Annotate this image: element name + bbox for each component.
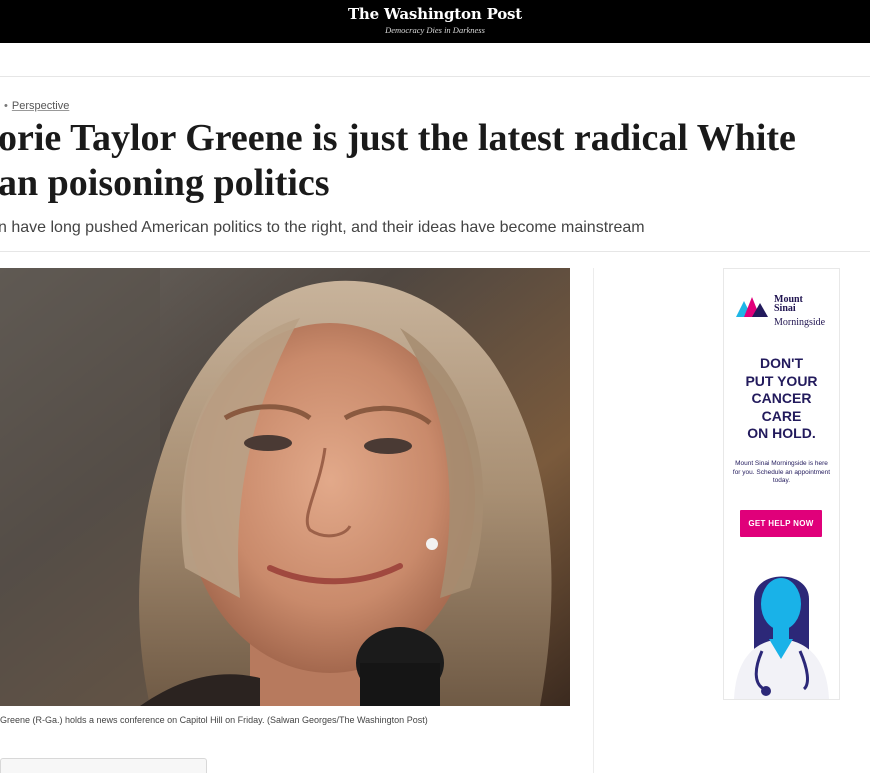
masthead-logo[interactable]: The Washington Post (0, 5, 870, 23)
sidebar-divider (593, 268, 594, 773)
bullet-icon: • (4, 100, 8, 112)
article-photo[interactable] (0, 268, 570, 706)
advertisement[interactable]: Mount Sinai Morningside DON'T PUT YOUR C… (723, 268, 840, 700)
headline-line-2: an poisoning politics (0, 162, 330, 204)
kicker-link-perspective[interactable]: Perspective (12, 100, 69, 112)
divider (0, 251, 870, 252)
ad-logo-sub: Morningside (774, 317, 826, 328)
masthead-tagline: Democracy Dies in Darkness (385, 25, 485, 35)
ad-headline: DON'T PUT YOUR CANCER CARE ON HOLD. (745, 355, 818, 441)
doctor-illustration (724, 559, 839, 699)
photo-caption: Greene (R-Ga.) holds a news conference o… (0, 715, 428, 725)
divider (0, 76, 870, 77)
share-toolbar[interactable] (0, 758, 207, 773)
headline-line-1: orie Taylor Greene is just the latest ra… (0, 117, 796, 159)
get-help-now-button[interactable]: GET HELP NOW (740, 510, 822, 537)
article-headline: orie Taylor Greene is just the latest ra… (0, 116, 870, 206)
page: The Washington Post Democracy Dies in Da… (0, 0, 870, 773)
masthead-bar: The Washington Post Democracy Dies in Da… (0, 0, 870, 43)
ad-logo-name: Mount Sinai (774, 294, 803, 314)
ad-logo: Mount Sinai Morningside (736, 295, 836, 335)
mount-sinai-logo-icon (736, 297, 768, 317)
article-subheadline: n have long pushed American politics to … (0, 219, 645, 236)
ad-body-text: Mount Sinai Morningside is here for you.… (732, 460, 831, 484)
kicker: • Perspective (4, 100, 69, 112)
